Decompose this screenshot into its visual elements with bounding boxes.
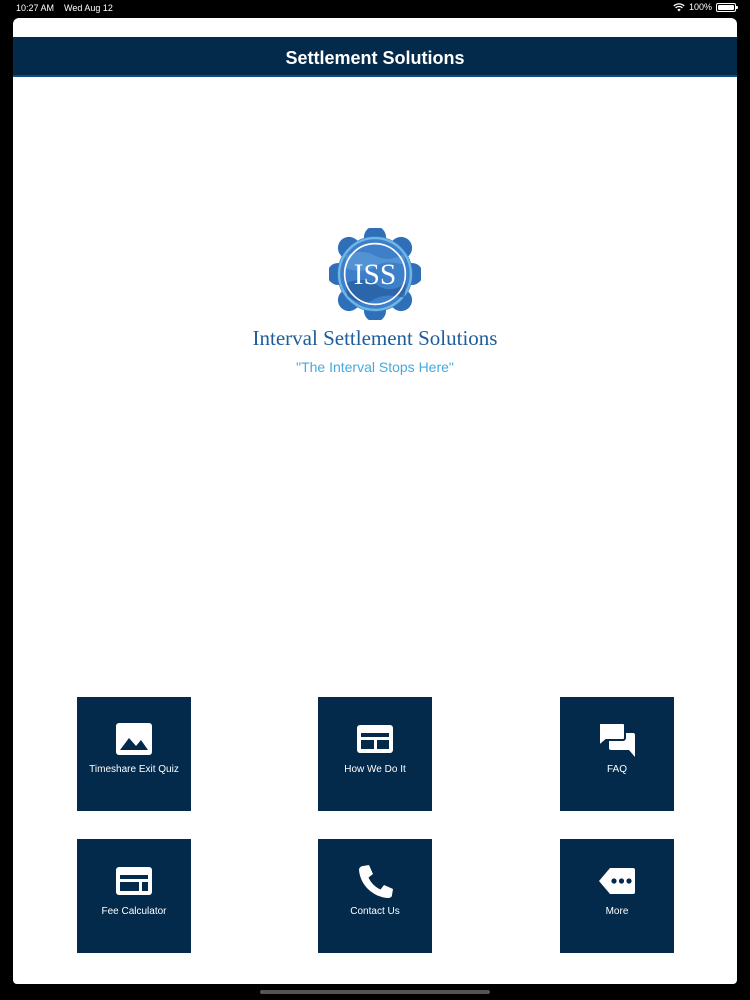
seal-icon: ISS — [329, 228, 421, 320]
tile-how-we-do-it[interactable]: How We Do It — [318, 697, 432, 811]
more-tag-icon — [599, 868, 635, 894]
tile-contact-us[interactable]: Contact Us — [318, 839, 432, 953]
company-name: Interval Settlement Solutions — [252, 326, 498, 350]
tile-label: Fee Calculator — [101, 906, 167, 917]
layout-icon — [116, 867, 152, 895]
battery-percent: 100% — [688, 2, 712, 12]
page-title: Settlement Solutions — [285, 48, 465, 68]
status-date: Wed Aug 12 — [64, 3, 113, 13]
wifi-icon — [673, 2, 685, 11]
image-icon — [116, 723, 152, 755]
tile-faq[interactable]: FAQ — [560, 697, 674, 811]
tagline: "The Interval Stops Here" — [296, 359, 454, 375]
status-time: 10:27 AM — [16, 3, 55, 13]
layout-icon — [357, 725, 393, 753]
tile-more[interactable]: More — [560, 839, 674, 953]
tile-fee-calculator[interactable]: Fee Calculator — [77, 839, 191, 953]
chat-bubbles-icon — [598, 722, 635, 757]
tile-label: FAQ — [606, 764, 627, 775]
status-indicators: 100% — [673, 2, 738, 12]
logo-monogram: ISS — [354, 259, 397, 291]
battery-icon — [716, 2, 738, 12]
tile-label: Contact Us — [350, 906, 400, 917]
tile-label: How We Do It — [344, 764, 406, 775]
home-indicator[interactable] — [260, 990, 490, 994]
tile-label: Timeshare Exit Quiz — [89, 764, 179, 775]
navigation-bar: Settlement Solutions — [13, 37, 737, 77]
status-bar: 10:27 AM Wed Aug 12 100% — [0, 0, 750, 18]
tile-label: More — [605, 906, 629, 917]
phone-icon — [359, 865, 393, 898]
tile-timeshare-exit-quiz[interactable]: Timeshare Exit Quiz — [77, 697, 191, 811]
company-logo: ISS Interval Settlement Solutions "The I… — [13, 228, 737, 375]
app-window: Settlement Solutions ISS Interval Settle… — [13, 18, 737, 984]
